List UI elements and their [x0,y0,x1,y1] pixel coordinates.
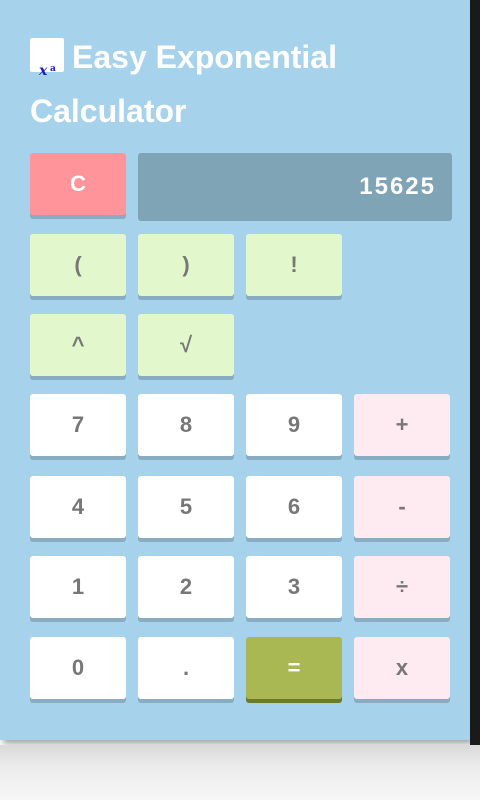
open-paren-button[interactable]: ( [30,234,126,296]
digit-4-button[interactable]: 4 [30,476,126,538]
digit-2-button[interactable]: 2 [138,556,234,618]
calculator-panel: x a Easy Exponential Calculator C 15625 … [0,0,470,740]
digit-1-button[interactable]: 1 [30,556,126,618]
digit-6-button[interactable]: 6 [246,476,342,538]
app-title: x a Easy Exponential Calculator [30,30,450,138]
result-display: 15625 [138,153,452,221]
equals-button[interactable]: = [246,637,342,699]
bottom-shadow-area [0,745,480,800]
digit-0-button[interactable]: 0 [30,637,126,699]
digit-7-button[interactable]: 7 [30,394,126,456]
clear-button[interactable]: C [30,153,126,215]
divide-button[interactable]: ÷ [354,556,450,618]
sqrt-button[interactable]: √ [138,314,234,376]
decimal-point-button[interactable]: . [138,637,234,699]
plus-button[interactable]: + [354,394,450,456]
digit-9-button[interactable]: 9 [246,394,342,456]
power-button[interactable]: ^ [30,314,126,376]
window-edge [470,0,480,745]
digit-8-button[interactable]: 8 [138,394,234,456]
exponent-logo-icon: x a [30,38,64,79]
factorial-button[interactable]: ! [246,234,342,296]
multiply-button[interactable]: x [354,637,450,699]
minus-button[interactable]: - [354,476,450,538]
close-paren-button[interactable]: ) [138,234,234,296]
digit-3-button[interactable]: 3 [246,556,342,618]
app-title-text: Easy Exponential Calculator [30,39,337,129]
digit-5-button[interactable]: 5 [138,476,234,538]
